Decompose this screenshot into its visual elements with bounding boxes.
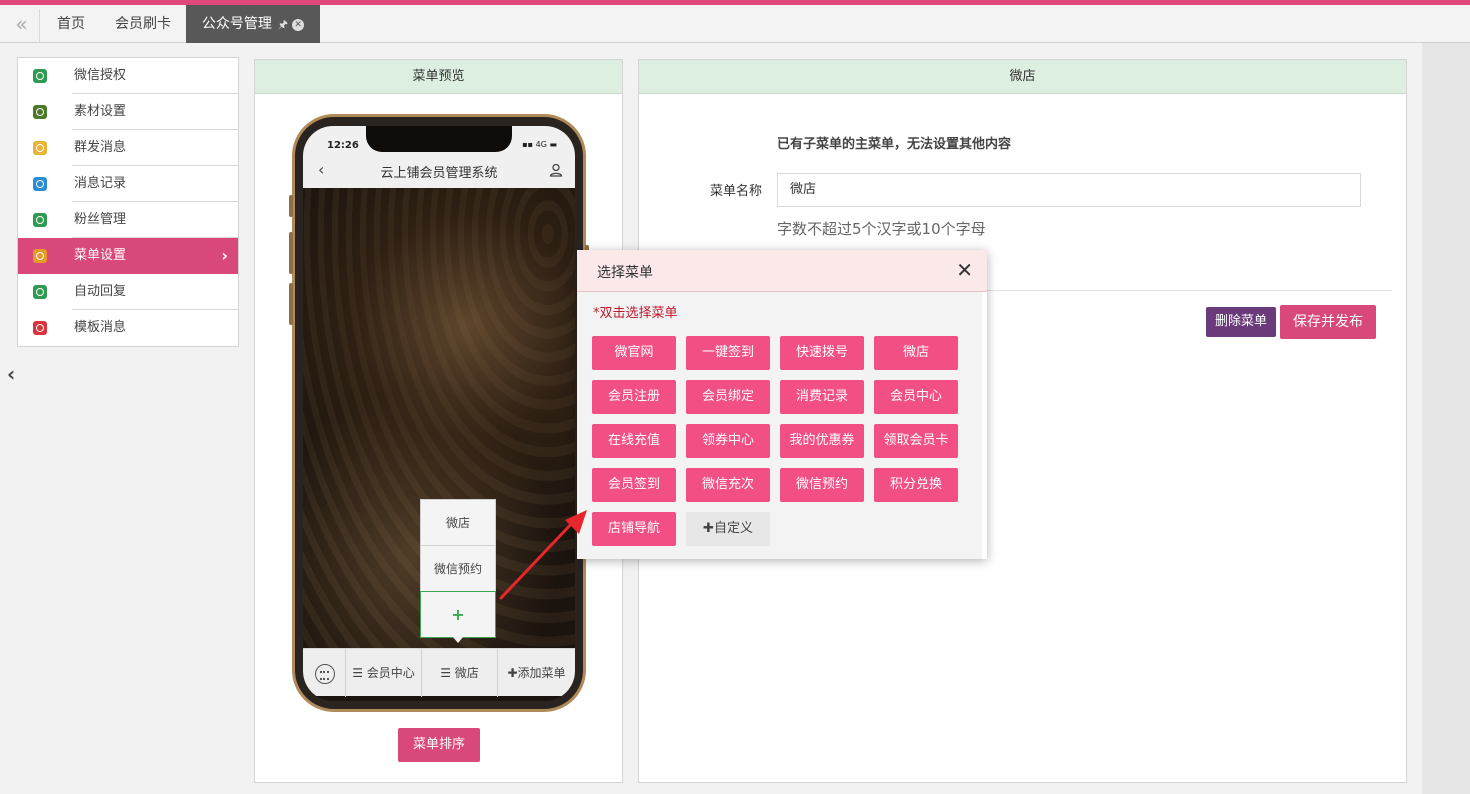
save-publish-button[interactable]: 保存并发布 (1280, 305, 1376, 339)
sidebar-item-label: 消息记录 (74, 176, 127, 191)
select-menu-modal: 选择菜单 ✕ *双击选择菜单 微官网 一键签到 快速拨号 微店 会员注册 会员绑… (577, 250, 987, 559)
option-button[interactable]: 积分兑换 (874, 468, 958, 502)
sidebar-item-label: 素材设置 (74, 104, 127, 119)
tab-bar: « 首页 会员刷卡 公众号管理 🖈 ✕ (0, 5, 1470, 43)
annotation-arrow-icon (499, 510, 587, 600)
sidebar-item-auto-reply[interactable]: 自动回复 (18, 274, 238, 310)
close-icon[interactable]: ✕ (956, 260, 973, 280)
phone-header: 12:26 ▪▪ 4G ▬ ‹ 云上铺会员管理系统 (303, 126, 575, 188)
option-button[interactable]: 在线充值 (592, 424, 676, 458)
custom-option-button[interactable]: ✚自定义 (686, 512, 770, 546)
option-button[interactable]: 微信充次 (686, 468, 770, 502)
option-button[interactable]: 快速拨号 (780, 336, 864, 370)
option-button[interactable]: 微店 (874, 336, 958, 370)
option-button[interactable]: 领取会员卡 (874, 424, 958, 458)
submenu-hint: 已有子菜单的主菜单，无法设置其他内容 (777, 137, 1012, 152)
bottom-menu-label: 微店 (454, 666, 479, 680)
modal-header: 选择菜单 ✕ (577, 250, 987, 292)
option-button[interactable]: 店铺导航 (592, 512, 676, 546)
reply-icon (33, 285, 47, 299)
bottom-menu-label: 会员中心 (366, 666, 415, 680)
tab-official-account[interactable]: 公众号管理 🖈 ✕ (186, 5, 320, 43)
collapse-sidebar-icon[interactable]: ‹ (7, 362, 15, 386)
option-button[interactable]: 领券中心 (686, 424, 770, 458)
option-button[interactable]: 微信预约 (780, 468, 864, 502)
option-button[interactable]: 我的优惠券 (780, 424, 864, 458)
template-icon (33, 321, 47, 335)
sidebar-item-template[interactable]: 模板消息 (18, 310, 238, 346)
pin-icon[interactable]: 🖈 (278, 18, 288, 31)
wechat-auth-icon (33, 69, 47, 83)
gear-icon (33, 249, 47, 263)
signal-icon: ▪▪ 4G ▬ (522, 140, 557, 149)
menu-lines-icon: ☰ (352, 666, 363, 680)
option-button[interactable]: 消费记录 (780, 380, 864, 414)
bottom-menu-weidian[interactable]: ☰ 微店 (421, 649, 497, 697)
sidebar: 微信授权 素材设置 群发消息 消息记录 粉丝管理 菜单设置 › 自动回复 模板消… (17, 57, 239, 347)
bottom-menu-add[interactable]: ✚添加菜单 (497, 649, 575, 697)
phone-notch (366, 126, 512, 152)
phone-bottom-menu: ☰ 会员中心 ☰ 微店 ✚添加菜单 (303, 648, 575, 697)
close-tab-icon[interactable]: ✕ (292, 19, 305, 31)
submenu-caret (453, 637, 463, 643)
sidebar-item-message-log[interactable]: 消息记录 (18, 166, 238, 202)
sidebar-item-menu-settings[interactable]: 菜单设置 › (18, 238, 238, 274)
submenu-item-wechat-booking[interactable]: 微信预约 (421, 546, 495, 592)
sidebar-item-broadcast[interactable]: 群发消息 (18, 130, 238, 166)
option-button[interactable]: 会员中心 (874, 380, 958, 414)
delete-menu-button[interactable]: 删除菜单 (1206, 307, 1276, 337)
sidebar-item-material[interactable]: 素材设置 (18, 94, 238, 130)
phone-app-title: 云上铺会员管理系统 (380, 166, 498, 181)
tab-member-swipe-label: 会员刷卡 (115, 16, 171, 32)
menu-name-label: 菜单名称 (710, 184, 763, 199)
bottom-menu-label: 添加菜单 (517, 666, 566, 680)
menu-name-input[interactable]: 微店 (777, 173, 1361, 207)
custom-option-label: 自定义 (713, 521, 753, 536)
bars-icon (33, 213, 47, 227)
tab-official-account-label: 公众号管理 (201, 16, 272, 32)
chevron-right-icon: › (221, 246, 228, 265)
clock-icon (33, 141, 47, 155)
sidebar-item-label: 微信授权 (74, 68, 127, 83)
bag-icon (33, 177, 47, 191)
sidebar-item-fans[interactable]: 粉丝管理 (18, 202, 238, 238)
option-button[interactable]: 会员绑定 (686, 380, 770, 414)
plus-icon: ✚ (703, 521, 714, 536)
option-button[interactable]: 一键签到 (686, 336, 770, 370)
right-gutter (1422, 43, 1470, 794)
sidebar-item-label: 粉丝管理 (74, 212, 127, 227)
option-button[interactable]: 会员注册 (592, 380, 676, 414)
modal-title: 选择菜单 (597, 265, 653, 281)
submenu-item-weidian[interactable]: 微店 (421, 500, 495, 546)
tab-home[interactable]: 首页 (44, 5, 98, 43)
menu-name-tip: 字数不超过5个汉字或10个字母 (777, 220, 986, 238)
sidebar-item-label: 菜单设置 (74, 248, 127, 263)
status-time: 12:26 (327, 140, 359, 151)
sidebar-item-label: 模板消息 (74, 320, 127, 335)
detail-panel-title: 微店 (639, 60, 1406, 94)
menu-lines-icon: ☰ (440, 666, 451, 680)
bottom-menu-member-center[interactable]: ☰ 会员中心 (345, 649, 421, 697)
submenu-popup: 微店 微信预约 + (420, 499, 496, 638)
option-button[interactable]: 会员签到 (592, 468, 676, 502)
modal-hint: *双击选择菜单 (593, 306, 678, 321)
user-icon (549, 163, 563, 177)
keyboard-icon[interactable] (315, 664, 335, 684)
sidebar-item-label: 自动回复 (74, 284, 127, 299)
preview-panel-title: 菜单预览 (255, 60, 622, 94)
divider (952, 290, 1392, 291)
submenu-add-button[interactable]: + (420, 591, 496, 638)
option-button[interactable]: 微官网 (592, 336, 676, 370)
plus-icon: ✚ (507, 666, 518, 680)
sidebar-item-wechat-auth[interactable]: 微信授权 (18, 58, 238, 94)
tab-member-swipe[interactable]: 会员刷卡 (102, 5, 184, 43)
sidebar-item-label: 群发消息 (74, 140, 127, 155)
chart-icon (33, 105, 47, 119)
sort-menu-button[interactable]: 菜单排序 (398, 728, 480, 762)
double-chevron-left-icon[interactable]: « (4, 9, 40, 42)
tab-home-label: 首页 (57, 16, 85, 32)
